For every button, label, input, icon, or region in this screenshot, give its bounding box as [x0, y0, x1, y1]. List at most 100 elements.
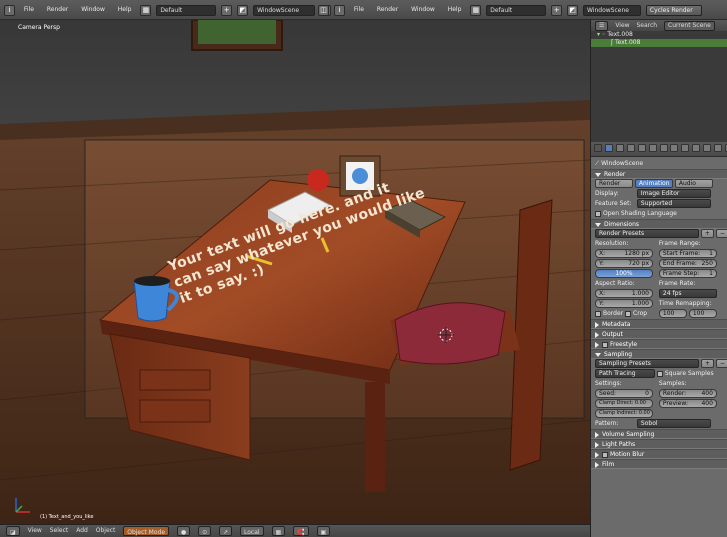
end-frame-field[interactable]: End Frame: 250 [658, 259, 717, 268]
layout-select[interactable]: Default [156, 4, 217, 16]
display-row: Display: Image Editor [591, 189, 727, 199]
resolution-percentage-slider[interactable]: 100% [595, 269, 653, 278]
osl-checkbox[interactable] [595, 210, 601, 217]
menu-render-2[interactable]: Render [373, 4, 402, 16]
render-layers-tab-icon[interactable] [615, 144, 624, 152]
render-button[interactable]: Render [595, 179, 633, 188]
scene-icon[interactable]: ◩ [237, 4, 249, 16]
pattern-select[interactable]: Sobol [636, 419, 711, 428]
info-editor-icon[interactable]: i [4, 4, 15, 16]
render-panel-header[interactable]: Render [591, 169, 727, 179]
manipulator-icon[interactable]: ↗ [219, 526, 233, 536]
world-tab-icon[interactable] [637, 144, 646, 152]
menu-help-2[interactable]: Help [444, 4, 466, 16]
remove-preset-button[interactable]: − [715, 229, 727, 238]
material-tab-icon[interactable] [692, 144, 701, 152]
menu-render[interactable]: Render [43, 4, 72, 16]
orientation-select[interactable]: Local [240, 526, 264, 536]
clamp-direct-field[interactable]: Clamp Direct: 0.00 [595, 399, 653, 408]
menu-object[interactable]: Object [96, 525, 116, 537]
aspect-y-field[interactable]: Y: 1.000 [595, 299, 653, 308]
border-checkbox[interactable] [595, 310, 601, 317]
metadata-panel-header[interactable]: Metadata [591, 319, 727, 329]
film-panel-header[interactable]: Film [591, 459, 727, 469]
menu-file-2[interactable]: File [350, 4, 368, 16]
menu-view[interactable]: View [28, 525, 42, 537]
menu-file[interactable]: File [20, 4, 38, 16]
remap-new-field[interactable]: 100 [688, 309, 717, 318]
motion-blur-checkbox[interactable] [602, 451, 608, 458]
clamp-indirect-field[interactable]: Clamp Indirect: 0.00 [595, 409, 653, 418]
menu-add[interactable]: Add [76, 525, 88, 537]
remap-old-field[interactable]: 100 [658, 309, 687, 318]
modifiers-tab-icon[interactable] [670, 144, 679, 152]
crop-checkbox[interactable] [625, 310, 632, 317]
aspect-x-field[interactable]: X: 1.000 [595, 289, 653, 298]
view3d-editor-icon[interactable]: ◪ [6, 526, 20, 536]
path-tracing-select[interactable]: Path Tracing [595, 369, 655, 378]
3d-viewport[interactable]: Camera Persp Your text will go here. and… [0, 20, 590, 524]
render-preview-icon[interactable]: ▣ [316, 526, 331, 536]
add-layout-icon-2[interactable]: + [551, 4, 563, 16]
sampling-panel-header[interactable]: Sampling [591, 349, 727, 359]
layout-icon-2[interactable]: ▦ [470, 4, 482, 16]
render-presets-select[interactable]: Render Presets [595, 229, 699, 238]
outliner-editor-icon[interactable]: ☰ [595, 20, 609, 31]
sampling-presets-select[interactable]: Sampling Presets [595, 359, 699, 368]
scene-tab-icon[interactable] [626, 144, 635, 152]
scene-select-2[interactable]: WindowScene [583, 4, 641, 16]
object-tab-icon[interactable] [648, 144, 657, 152]
outliner-menu-view[interactable]: View [615, 20, 629, 31]
frame-step-field[interactable]: Frame Step: 1 [658, 269, 717, 278]
info-editor-icon-2[interactable]: i [333, 4, 345, 16]
texture-tab-icon[interactable] [703, 144, 712, 152]
motion-blur-panel-header[interactable]: Motion Blur [591, 449, 727, 459]
layout-select-2[interactable]: Default [486, 4, 547, 16]
editor-type-icon[interactable]: ◫ [318, 4, 329, 16]
resolution-x-field[interactable]: X: 1280 px [595, 249, 653, 258]
volume-sampling-panel-header[interactable]: Volume Sampling [591, 429, 727, 439]
properties-editor-icon[interactable] [594, 144, 602, 152]
add-sampling-preset-button[interactable]: + [700, 359, 714, 368]
resolution-y-field[interactable]: Y: 720 px [595, 259, 653, 268]
menu-window[interactable]: Window [77, 4, 109, 16]
freestyle-panel-header[interactable]: Freestyle [591, 339, 727, 349]
seed-field[interactable]: Seed: 0 [595, 389, 653, 398]
frame-rate-select[interactable]: 24 fps [658, 289, 717, 298]
scene-icon-2[interactable]: ◩ [567, 4, 579, 16]
preview-samples-field[interactable]: Preview: 400 [658, 399, 717, 408]
dimensions-panel-header[interactable]: Dimensions [591, 219, 727, 229]
animation-button[interactable]: Animation [634, 179, 673, 188]
square-samples-checkbox[interactable] [656, 370, 663, 377]
feature-set-select[interactable]: Supported [636, 199, 711, 208]
outliner-menu-search[interactable]: Search [636, 20, 657, 31]
freestyle-checkbox[interactable] [602, 341, 608, 348]
constraints-tab-icon[interactable] [659, 144, 668, 152]
output-panel-header[interactable]: Output [591, 329, 727, 339]
menu-select[interactable]: Select [50, 525, 69, 537]
pivot-icon[interactable]: ⊙ [198, 526, 212, 536]
outliner-item-selected[interactable]: ʃ Text.008 [591, 39, 727, 47]
remove-sampling-preset-button[interactable]: − [715, 359, 727, 368]
snap-icon[interactable]: 🧲 [293, 526, 309, 536]
add-preset-button[interactable]: + [700, 229, 714, 238]
shading-icon[interactable]: ● [176, 526, 191, 536]
outliner-item[interactable]: ▾ ◦ Text.008 [591, 31, 727, 39]
scene-select[interactable]: WindowScene [253, 4, 316, 16]
add-layout-icon[interactable]: + [221, 4, 233, 16]
particles-tab-icon[interactable] [714, 144, 723, 152]
render-engine-select[interactable]: Cycles Render [645, 4, 702, 16]
layout-icon[interactable]: ▦ [140, 4, 152, 16]
start-frame-field[interactable]: Start Frame: 1 [658, 249, 717, 258]
layers-icon[interactable]: ▦ [271, 526, 286, 536]
menu-help[interactable]: Help [114, 4, 136, 16]
mode-select[interactable]: Object Mode [123, 526, 170, 536]
outliner-filter-select[interactable]: Current Scene [664, 20, 715, 31]
light-paths-panel-header[interactable]: Light Paths [591, 439, 727, 449]
audio-button[interactable]: Audio [674, 179, 713, 188]
data-tab-icon[interactable] [681, 144, 690, 152]
render-samples-field[interactable]: Render: 400 [658, 389, 717, 398]
render-tab-icon[interactable] [604, 144, 613, 152]
display-select[interactable]: Image Editor [636, 189, 711, 198]
menu-window-2[interactable]: Window [407, 4, 439, 16]
